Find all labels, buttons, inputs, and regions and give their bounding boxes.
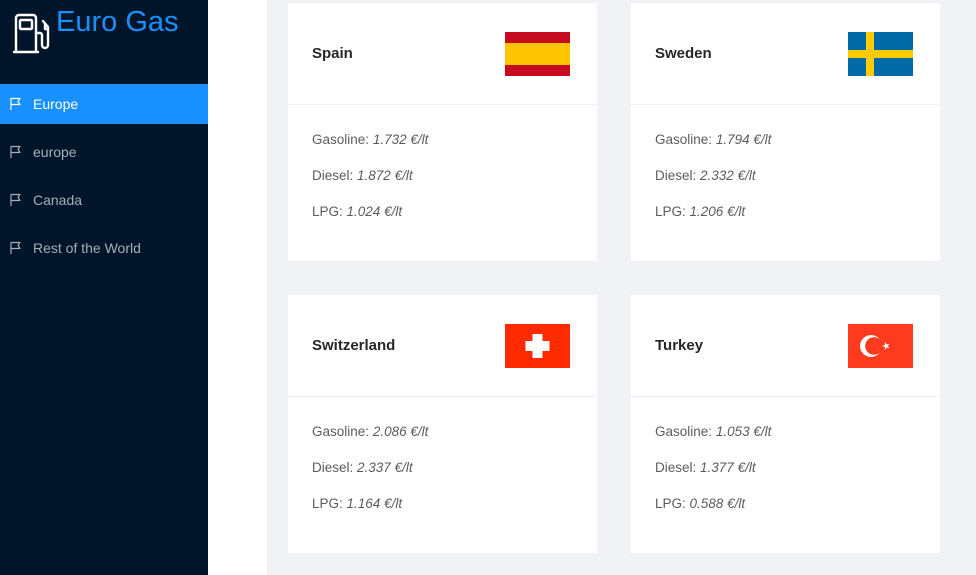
- card-body: Gasoline: 1.732 €/lt Diesel: 1.872 €/lt …: [288, 105, 597, 239]
- gasoline-price: Gasoline: 1.794 €/lt: [655, 132, 772, 147]
- sidebar: Euro Gas Europe europe Canada Rest of th…: [0, 0, 208, 575]
- card-header: Sweden: [631, 3, 940, 105]
- menu-item-label: europe: [33, 144, 77, 160]
- country-card-switzerland: Switzerland Gasoline: 2.086 €/lt Diesel:…: [288, 295, 597, 553]
- switzerland-flag-icon: [505, 323, 570, 368]
- menu-item-europe-lowercase[interactable]: europe: [0, 132, 208, 172]
- main-content: Spain Gasoline: 1.732 €/lt Diesel: 1.872…: [267, 0, 976, 575]
- country-card-turkey: Turkey Gasoline: 1.053 €/lt Diesel: 1.37…: [631, 295, 940, 553]
- card-body: Gasoline: 2.086 €/lt Diesel: 2.337 €/lt …: [288, 397, 597, 531]
- diesel-price: Diesel: 1.377 €/lt: [655, 460, 756, 475]
- sidebar-menu: Europe europe Canada Rest of the World: [0, 84, 208, 276]
- flag-icon: [10, 145, 21, 158]
- card-header: Turkey: [631, 295, 940, 397]
- country-card-sweden: Sweden Gasoline: 1.794 €/lt Diesel: 2.33…: [631, 3, 940, 261]
- gasoline-price: Gasoline: 1.053 €/lt: [655, 424, 772, 439]
- spain-flag-icon: [505, 31, 570, 76]
- gasoline-price: Gasoline: 1.732 €/lt: [312, 132, 429, 147]
- content-gutter: [208, 0, 267, 575]
- lpg-price: LPG: 1.164 €/lt: [312, 496, 403, 511]
- diesel-price: Diesel: 2.337 €/lt: [312, 460, 413, 475]
- menu-item-label: Canada: [33, 192, 83, 208]
- diesel-price: Diesel: 1.872 €/lt: [312, 168, 413, 183]
- sweden-flag-icon: [848, 31, 913, 76]
- gas-pump-icon: [12, 13, 50, 54]
- menu-item-canada[interactable]: Canada: [0, 180, 208, 220]
- country-name: Switzerland: [312, 337, 396, 354]
- flag-icon: [10, 241, 21, 254]
- lpg-price: LPG: 1.206 €/lt: [655, 204, 746, 219]
- lpg-price: LPG: 0.588 €/lt: [655, 496, 746, 511]
- app-title: Euro Gas: [56, 6, 179, 38]
- country-name: Sweden: [655, 45, 712, 62]
- menu-item-label: Rest of the World: [33, 240, 141, 256]
- menu-item-rest-of-world[interactable]: Rest of the World: [0, 228, 208, 268]
- gasoline-price: Gasoline: 2.086 €/lt: [312, 424, 429, 439]
- card-body: Gasoline: 1.794 €/lt Diesel: 2.332 €/lt …: [631, 105, 940, 239]
- card-body: Gasoline: 1.053 €/lt Diesel: 1.377 €/lt …: [631, 397, 940, 531]
- turkey-flag-icon: [848, 323, 913, 368]
- diesel-price: Diesel: 2.332 €/lt: [655, 168, 756, 183]
- country-card-spain: Spain Gasoline: 1.732 €/lt Diesel: 1.872…: [288, 3, 597, 261]
- country-name: Spain: [312, 45, 353, 62]
- flag-icon: [10, 193, 21, 206]
- menu-item-europe[interactable]: Europe: [0, 84, 208, 124]
- card-header: Switzerland: [288, 295, 597, 397]
- country-name: Turkey: [655, 337, 704, 354]
- card-header: Spain: [288, 3, 597, 105]
- menu-item-label: Europe: [33, 96, 79, 112]
- logo[interactable]: [12, 10, 52, 56]
- lpg-price: LPG: 1.024 €/lt: [312, 204, 403, 219]
- flag-icon: [10, 97, 21, 110]
